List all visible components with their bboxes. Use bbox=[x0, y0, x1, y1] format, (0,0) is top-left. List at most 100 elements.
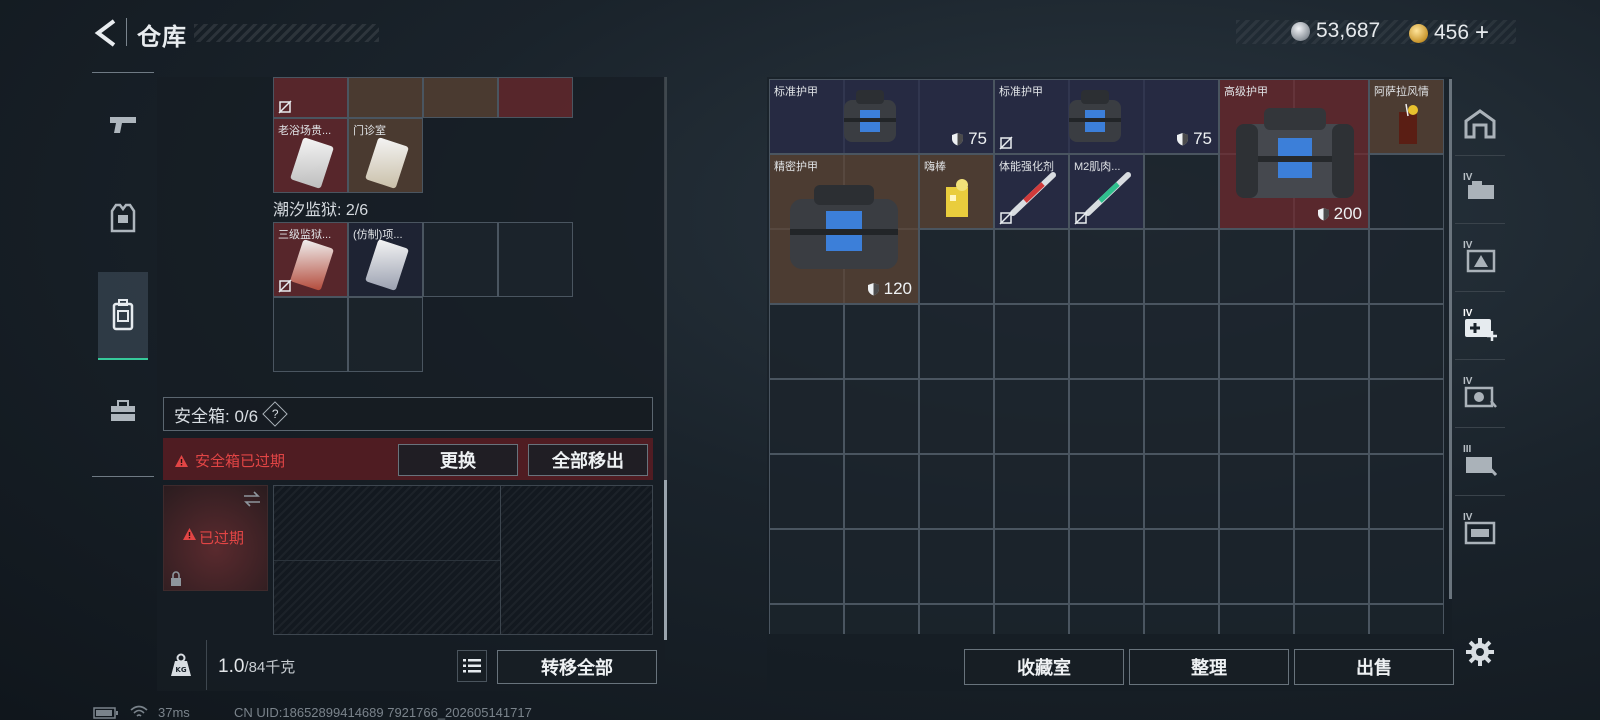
empty-slot[interactable] bbox=[919, 379, 994, 454]
backpack-item-cell[interactable] bbox=[498, 77, 573, 118]
empty-slot[interactable] bbox=[1144, 379, 1219, 454]
backpack-item-keycard[interactable]: (仿制)项... bbox=[348, 222, 423, 297]
empty-slot[interactable] bbox=[769, 529, 844, 604]
replace-button[interactable]: 更换 bbox=[398, 444, 518, 476]
empty-slot[interactable] bbox=[844, 454, 919, 529]
stash-item-armor[interactable]: 高级护甲 200 bbox=[1219, 79, 1369, 229]
filter-misc[interactable]: IV bbox=[1455, 502, 1505, 560]
empty-slot[interactable] bbox=[919, 529, 994, 604]
empty-slot[interactable] bbox=[919, 604, 994, 634]
settings-button[interactable] bbox=[1465, 637, 1495, 667]
empty-slot[interactable] bbox=[844, 604, 919, 634]
empty-slot[interactable] bbox=[1294, 229, 1369, 304]
empty-slot[interactable] bbox=[919, 454, 994, 529]
empty-slot[interactable] bbox=[1369, 604, 1444, 634]
empty-slot[interactable] bbox=[1069, 529, 1144, 604]
empty-slot[interactable] bbox=[1219, 304, 1294, 379]
backpack-scrollbar-thumb[interactable] bbox=[664, 480, 667, 640]
empty-slot[interactable] bbox=[994, 379, 1069, 454]
stash-item-injector[interactable]: 体能强化剂 bbox=[994, 154, 1069, 229]
empty-slot[interactable] bbox=[1219, 604, 1294, 634]
empty-slot[interactable] bbox=[1144, 604, 1219, 634]
nav-armor[interactable] bbox=[98, 174, 148, 262]
empty-slot[interactable] bbox=[498, 222, 573, 297]
empty-slot[interactable] bbox=[769, 454, 844, 529]
empty-slot[interactable] bbox=[769, 379, 844, 454]
filter-tools[interactable]: III bbox=[1455, 434, 1505, 492]
empty-slot[interactable] bbox=[1369, 529, 1444, 604]
empty-slot[interactable] bbox=[1369, 454, 1444, 529]
empty-slot[interactable] bbox=[994, 529, 1069, 604]
backpack-item-keycard[interactable]: 老浴场贵... bbox=[273, 118, 348, 193]
back-button[interactable] bbox=[92, 18, 122, 48]
empty-slot[interactable] bbox=[769, 304, 844, 379]
filter-weapons[interactable]: IV bbox=[1455, 162, 1505, 220]
empty-slot[interactable] bbox=[1369, 154, 1444, 229]
empty-slot[interactable] bbox=[1219, 379, 1294, 454]
filter-medical[interactable]: IV bbox=[1455, 298, 1505, 356]
empty-slot[interactable] bbox=[1069, 604, 1144, 634]
empty-slot[interactable] bbox=[1294, 604, 1369, 634]
backpack-item-cell[interactable] bbox=[273, 77, 348, 118]
empty-slot[interactable] bbox=[1294, 454, 1369, 529]
empty-slot[interactable] bbox=[844, 304, 919, 379]
filter-ammo[interactable]: IV bbox=[1455, 366, 1505, 424]
backpack-item-cell[interactable] bbox=[348, 77, 423, 118]
empty-slot[interactable] bbox=[1069, 229, 1144, 304]
nav-weapon[interactable] bbox=[98, 80, 148, 168]
empty-slot[interactable] bbox=[1219, 454, 1294, 529]
swap-icon[interactable] bbox=[242, 491, 262, 507]
empty-slot[interactable] bbox=[1144, 229, 1219, 304]
stash-item-drink[interactable]: 嗨棒 bbox=[919, 154, 994, 229]
empty-slot[interactable] bbox=[1144, 304, 1219, 379]
empty-slot[interactable] bbox=[423, 222, 498, 297]
empty-slot[interactable] bbox=[1294, 529, 1369, 604]
organize-button[interactable]: 整理 bbox=[1129, 649, 1289, 685]
empty-slot[interactable] bbox=[1069, 454, 1144, 529]
collection-room-button[interactable]: 收藏室 bbox=[964, 649, 1124, 685]
filter-all[interactable] bbox=[1455, 95, 1505, 153]
empty-slot[interactable] bbox=[994, 229, 1069, 304]
empty-slot[interactable] bbox=[919, 304, 994, 379]
empty-slot[interactable] bbox=[994, 454, 1069, 529]
filter-equipment[interactable]: IV bbox=[1455, 230, 1505, 288]
empty-slot[interactable] bbox=[273, 297, 348, 372]
stash-item-injector[interactable]: M2肌肉... bbox=[1069, 154, 1144, 229]
empty-slot[interactable] bbox=[1219, 229, 1294, 304]
nav-backpack[interactable] bbox=[98, 272, 148, 360]
empty-slot[interactable] bbox=[844, 379, 919, 454]
empty-slot[interactable] bbox=[994, 604, 1069, 634]
empty-slot[interactable] bbox=[1294, 379, 1369, 454]
help-icon[interactable]: ? bbox=[262, 401, 288, 427]
empty-slot[interactable] bbox=[844, 529, 919, 604]
backpack-item-keycard[interactable]: 门诊室 bbox=[348, 118, 423, 193]
transfer-all-button[interactable]: 转移全部 bbox=[497, 650, 657, 684]
safe-box-slots[interactable] bbox=[273, 485, 653, 635]
stash-item-armor[interactable]: 标准护甲 75 bbox=[994, 79, 1219, 154]
empty-slot[interactable] bbox=[1069, 304, 1144, 379]
empty-slot[interactable] bbox=[1144, 454, 1219, 529]
stash-scrollbar[interactable] bbox=[1449, 79, 1452, 599]
empty-slot[interactable] bbox=[1369, 229, 1444, 304]
stash-item-armor[interactable]: 标准护甲 75 bbox=[769, 79, 994, 154]
empty-slot[interactable] bbox=[769, 604, 844, 634]
backpack-item-keycard[interactable]: 三级监狱... bbox=[273, 222, 348, 297]
empty-slot[interactable] bbox=[1144, 154, 1219, 229]
empty-slot[interactable] bbox=[1369, 379, 1444, 454]
empty-slot[interactable] bbox=[1069, 379, 1144, 454]
empty-slot[interactable] bbox=[919, 229, 994, 304]
empty-slot[interactable] bbox=[348, 297, 423, 372]
empty-slot[interactable] bbox=[1144, 529, 1219, 604]
remove-all-button[interactable]: 全部移出 bbox=[528, 444, 648, 476]
empty-slot[interactable] bbox=[1294, 304, 1369, 379]
add-currency-button[interactable]: + bbox=[1475, 19, 1489, 47]
empty-slot[interactable] bbox=[1369, 304, 1444, 379]
stash-item-armor[interactable]: 精密护甲 120 bbox=[769, 154, 919, 304]
sell-button[interactable]: 出售 bbox=[1294, 649, 1454, 685]
nav-toolbox[interactable] bbox=[98, 367, 148, 455]
list-view-button[interactable] bbox=[457, 650, 487, 682]
empty-slot[interactable] bbox=[1219, 529, 1294, 604]
stash-item-drink[interactable]: 阿萨拉风情 bbox=[1369, 79, 1444, 154]
empty-slot[interactable] bbox=[994, 304, 1069, 379]
backpack-item-cell[interactable] bbox=[423, 77, 498, 118]
